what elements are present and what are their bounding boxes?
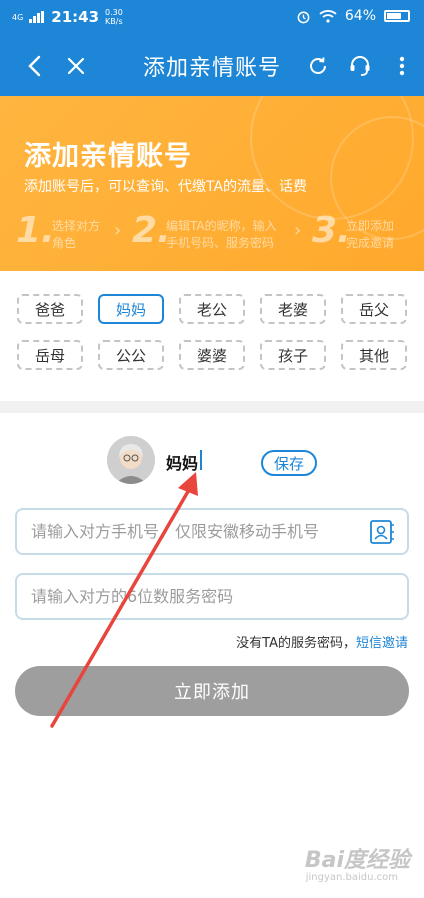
clock: 21:43 xyxy=(51,8,100,26)
role-chip-husbands-mother[interactable]: 婆婆 xyxy=(179,340,245,370)
password-input[interactable] xyxy=(17,575,361,618)
text-cursor xyxy=(200,450,202,470)
alarm-icon xyxy=(297,11,310,23)
save-button[interactable]: 保存 xyxy=(261,450,317,476)
step-text: 选择对方 角色 xyxy=(52,219,101,250)
step-guide: 1. 选择对方 角色 › 2. 编辑TA的昵称，输入 手机号码、服务密码 › 3. … xyxy=(16,210,416,260)
speed-unit: KB/s xyxy=(105,17,123,26)
step-number: 2. xyxy=(132,210,171,251)
network-speed: 0.30 KB/s xyxy=(105,8,123,26)
invite-hint: 没有TA的服务密码，短信邀请 xyxy=(236,632,408,651)
step-number: 3. xyxy=(312,210,351,251)
status-bar: 4G 21:43 0.30 KB/s 64% xyxy=(0,0,424,36)
hint-text: 没有TA的服务密码， xyxy=(236,636,356,651)
step-number: 1. xyxy=(16,210,55,251)
sms-invite-link[interactable]: 短信邀请 xyxy=(356,636,408,651)
network-type: 4G xyxy=(12,12,24,22)
role-selector: 爸爸 妈妈 老公 老婆 岳父 岳母 公公 婆婆 孩子 其他 xyxy=(0,271,424,401)
banner-subtitle: 添加账号后，可以查询、代缴TA的流量、话费 xyxy=(24,179,308,195)
battery-percent: 64% xyxy=(344,8,376,24)
more-icon[interactable] xyxy=(384,48,420,84)
role-chip-husbands-father[interactable]: 公公 xyxy=(98,340,164,370)
role-chip-husband[interactable]: 老公 xyxy=(179,294,245,324)
role-chip-mother-in-law[interactable]: 岳母 xyxy=(17,340,83,370)
phone-input[interactable] xyxy=(17,510,361,553)
nickname-input[interactable]: 妈妈 xyxy=(166,450,198,474)
chevron-right-icon: › xyxy=(294,220,302,241)
baidu-watermark-url: jingyan.baidu.com xyxy=(305,872,398,883)
refresh-icon[interactable] xyxy=(300,48,336,84)
avatar xyxy=(107,436,155,484)
add-now-button[interactable]: 立即添加 xyxy=(15,666,409,716)
wifi-icon xyxy=(319,10,337,23)
password-field[interactable] xyxy=(15,573,409,620)
step-text: 立即添加 完成邀请 xyxy=(346,219,395,250)
section-divider xyxy=(0,401,424,413)
nav-bar: 添加亲情账号 xyxy=(0,36,424,96)
step-text: 编辑TA的昵称，输入 手机号码、服务密码 xyxy=(166,219,277,250)
role-chip-child[interactable]: 孩子 xyxy=(260,340,326,370)
baidu-watermark: Bai度经验 xyxy=(304,848,410,873)
chevron-right-icon: › xyxy=(114,220,122,241)
battery-icon xyxy=(384,10,410,22)
role-chip-dad[interactable]: 爸爸 xyxy=(17,294,83,324)
role-chip-wife[interactable]: 老婆 xyxy=(260,294,326,324)
customer-service-icon[interactable] xyxy=(342,48,378,84)
contacts-icon[interactable] xyxy=(369,519,395,545)
role-chip-other[interactable]: 其他 xyxy=(341,340,407,370)
role-chip-father-in-law[interactable]: 岳父 xyxy=(341,294,407,324)
banner-title: 添加亲情账号 xyxy=(24,141,192,172)
signal-icon xyxy=(29,11,45,23)
phone-field[interactable] xyxy=(15,508,409,555)
intro-banner: 添加亲情账号 添加账号后，可以查询、代缴TA的流量、话费 1. 选择对方 角色 ›… xyxy=(0,96,424,271)
speed-value: 0.30 xyxy=(105,8,123,17)
role-chip-mom[interactable]: 妈妈 xyxy=(98,294,164,324)
